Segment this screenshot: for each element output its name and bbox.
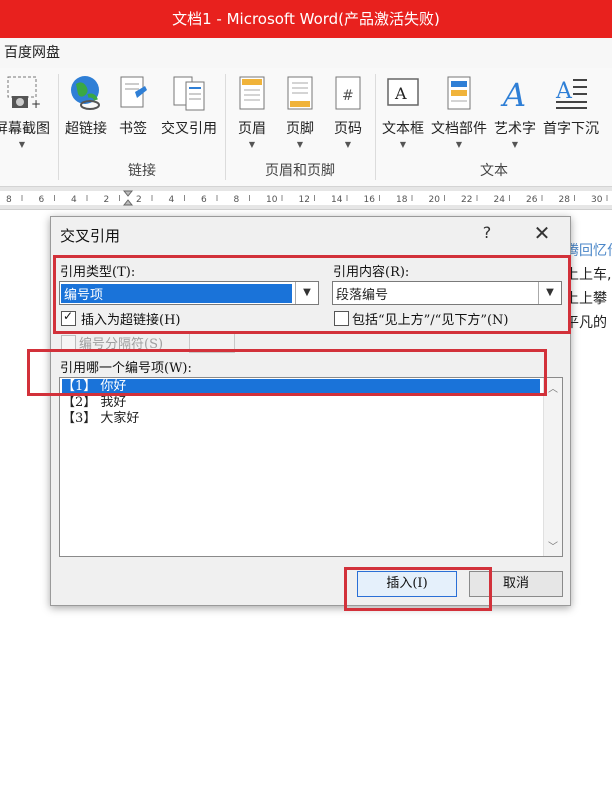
- ruler-ticks: 8 6 4 2 2 4 6 8 10 12 14 16 18 20 22 24 26 28 30: [0, 190, 612, 206]
- ref-content-select[interactable]: 段落编号 ▼: [332, 281, 562, 305]
- textbox-icon: A: [387, 78, 419, 106]
- header-button[interactable]: 页眉 ▼: [230, 72, 274, 152]
- svg-text:A: A: [555, 79, 573, 104]
- list-item[interactable]: 【3】 大家好: [62, 411, 540, 427]
- window-title: 文档1 - Microsoft Word(产品激活失败): [0, 0, 612, 38]
- list-item[interactable]: 【2】 我好: [62, 395, 540, 411]
- close-icon[interactable]: ✕: [529, 221, 555, 245]
- separator-input: [189, 331, 235, 353]
- ref-type-label: 引用类型(T):: [60, 265, 136, 280]
- list-scrollbar[interactable]: ︿ ﹀: [543, 378, 562, 556]
- ruler-tick-label: 12: [299, 195, 310, 205]
- ruler-tick-label: 26: [526, 195, 538, 205]
- doc-fragment-4: 平凡的: [565, 315, 607, 331]
- separator-checkbox: [61, 335, 76, 350]
- ruler-tick-label: 6: [39, 195, 45, 205]
- ruler-tick-label: 10: [266, 195, 278, 205]
- ruler-tick-label: 8: [234, 195, 240, 205]
- doc-fragment-1: 腾回忆作: [565, 243, 612, 259]
- footer-icon: [287, 76, 313, 110]
- textbox-button[interactable]: A 文本框 ▼: [378, 72, 428, 152]
- svg-text:A: A: [394, 84, 407, 103]
- ruler-tick-label: 14: [331, 195, 343, 205]
- doc-fragment-3: 上上攀: [565, 291, 607, 307]
- insert-hyperlink-checkbox[interactable]: [61, 309, 76, 326]
- cancel-button[interactable]: 取消: [469, 571, 563, 597]
- ribbon: + 屏幕截图 ▼ 超链接 书签 交叉引用 链接 页眉 ▼ 页脚 ▼ # 页码 ▼…: [0, 68, 612, 187]
- ruler-tick-label: 18: [396, 195, 408, 205]
- numbered-items-list[interactable]: 【1】 你好 【2】 我好 【3】 大家好 ︿ ﹀: [59, 377, 563, 557]
- list-item[interactable]: 【1】 你好: [62, 379, 540, 395]
- insert-button[interactable]: 插入(I): [357, 571, 457, 597]
- svg-text:#: #: [342, 88, 354, 104]
- ruler-tick-label: 4: [169, 195, 175, 205]
- separator-label: 编号分隔符(S): [79, 337, 164, 352]
- bookmark-icon: [120, 76, 147, 108]
- svg-text:+: +: [31, 97, 40, 111]
- chevron-up-icon[interactable]: ︿: [544, 380, 562, 395]
- which-item-label: 引用哪一个编号项(W):: [60, 361, 192, 376]
- ruler-tick-label: 8: [6, 195, 12, 205]
- insert-hyperlink-label: 插入为超链接(H): [81, 313, 181, 328]
- ruler-tick-label: 2: [136, 195, 142, 205]
- header-icon: [239, 76, 265, 110]
- ruler-tick-label: 22: [461, 195, 472, 205]
- wordart-button[interactable]: A 艺术字 ▼: [490, 72, 540, 152]
- menubar: 百度网盘: [0, 38, 612, 68]
- quick-parts-icon: [447, 76, 471, 110]
- ref-type-select[interactable]: 编号项 ▼: [59, 281, 319, 305]
- svg-text:A: A: [500, 76, 526, 112]
- cross-reference-icon: [173, 76, 205, 111]
- ruler-tick-label: 4: [71, 195, 77, 205]
- ref-content-label: 引用内容(R):: [333, 265, 410, 280]
- drop-cap-button[interactable]: A 首字下沉: [540, 72, 602, 152]
- chevron-down-icon[interactable]: ﹀: [544, 538, 562, 553]
- menu-baidu-netdisk[interactable]: 百度网盘: [4, 38, 60, 68]
- group-label-text: 文本: [480, 163, 508, 179]
- group-label-links: 链接: [128, 163, 156, 179]
- quick-parts-button[interactable]: 文档部件 ▼: [428, 72, 490, 152]
- horizontal-ruler[interactable]: 8 6 4 2 2 4 6 8 10 12 14 16 18 20 22 24 26 28 30: [0, 187, 612, 210]
- chevron-down-icon: ▼: [538, 282, 561, 304]
- drop-cap-icon: A: [555, 79, 587, 109]
- hyperlink-globe-icon: [71, 76, 100, 110]
- ruler-tick-label: 24: [494, 195, 506, 205]
- include-above-below-checkbox[interactable]: [334, 311, 349, 326]
- group-label-header-footer: 页眉和页脚: [265, 163, 335, 179]
- ruler-tick-label: 28: [559, 195, 571, 205]
- wordart-icon: A: [500, 76, 526, 112]
- cross-reference-dialog: 交叉引用 ? ✕ 引用类型(T): 编号项 ▼ 引用内容(R): 段落编号 ▼ …: [50, 216, 571, 606]
- page-number-icon: #: [335, 76, 361, 110]
- include-above-below-label: 包括“见上方”/“见下方”(N): [352, 313, 509, 328]
- ruler-tick-label: 2: [104, 195, 110, 205]
- screenshot-icon: +: [7, 76, 40, 111]
- ruler-tick-label: 30: [591, 195, 603, 205]
- doc-fragment-2: 上上车,: [565, 267, 612, 283]
- screenshot-button[interactable]: + 屏幕截图 ▼: [0, 72, 58, 152]
- dialog-title: 交叉引用: [60, 227, 121, 245]
- bookmark-button[interactable]: 书签: [112, 72, 154, 152]
- ruler-tick-label: 20: [429, 195, 441, 205]
- cross-reference-button[interactable]: 交叉引用: [156, 72, 222, 152]
- ruler-tick-label: 16: [364, 195, 376, 205]
- ruler-tick-label: 6: [201, 195, 207, 205]
- page-number-button[interactable]: # 页码 ▼: [326, 72, 370, 152]
- footer-button[interactable]: 页脚 ▼: [278, 72, 322, 152]
- hyperlink-button[interactable]: 超链接: [60, 72, 112, 152]
- help-button[interactable]: ?: [477, 223, 497, 242]
- chevron-down-icon: ▼: [295, 282, 318, 304]
